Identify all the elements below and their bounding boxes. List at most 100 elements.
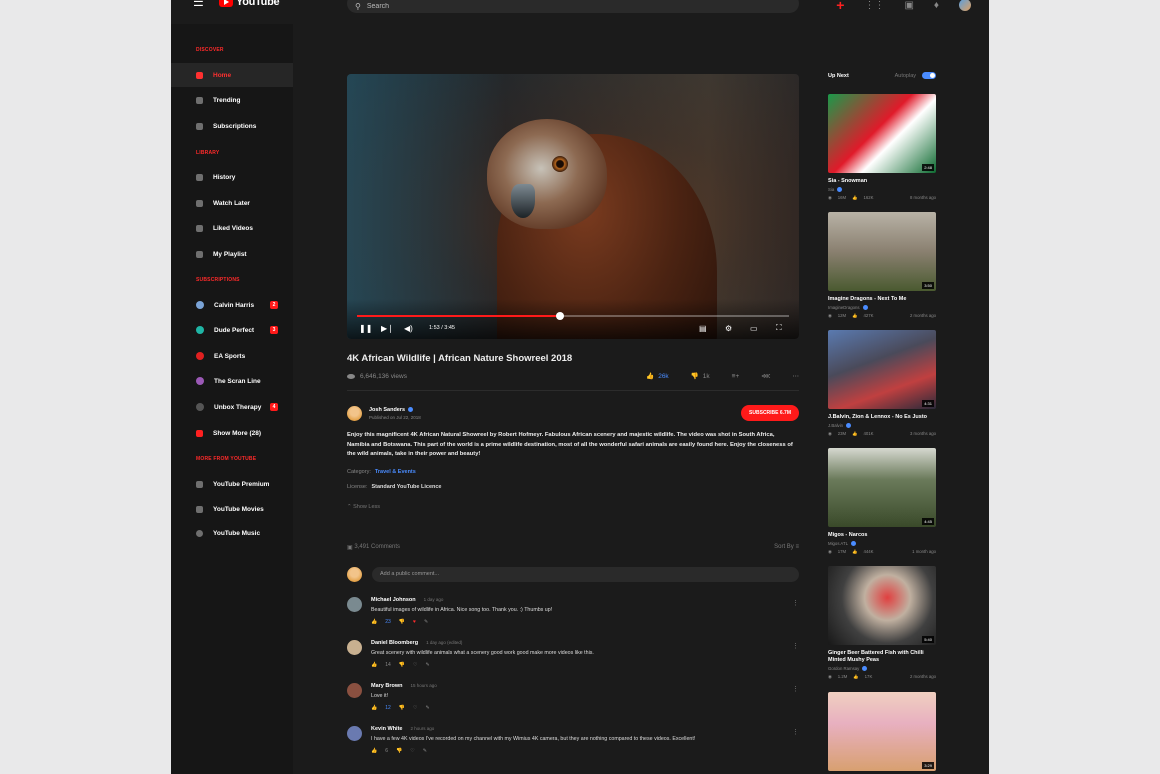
video-title[interactable]: Migos - Narcos (828, 532, 936, 539)
sidebar-item-the-scran-line[interactable]: The Scran Line (171, 369, 293, 393)
video-thumbnail[interactable]: 5:40 (828, 566, 936, 645)
sidebar-item-history[interactable]: History (171, 165, 293, 189)
up-next-video-card[interactable]: 3:29 (828, 692, 936, 771)
sidebar-item-trending[interactable]: Trending (171, 88, 293, 112)
commenter-avatar[interactable] (347, 596, 362, 612)
video-thumbnail[interactable]: 2:48 (828, 94, 936, 173)
sidebar-item-liked-videos[interactable]: Liked Videos (171, 216, 293, 240)
sidebar-item-unbox-therapy[interactable]: Unbox Therapy 4 (171, 395, 293, 419)
reply-icon[interactable]: ✎ (426, 662, 430, 668)
thumbs-up-icon[interactable]: 👍 (371, 619, 377, 625)
comment-more-icon[interactable]: ⋮ (792, 642, 799, 650)
more-options-icon[interactable]: ⋯ (793, 372, 800, 380)
video-thumbnail[interactable]: 3:29 (828, 692, 936, 771)
settings-gear-icon[interactable]: ⚙ (725, 324, 732, 333)
like-button[interactable]: 👍 26k (646, 372, 669, 381)
subscribe-button[interactable]: SUBSCRIBE 6.7M (741, 405, 799, 421)
share-icon[interactable]: ⋘ (761, 372, 770, 380)
reply-icon[interactable]: ✎ (424, 619, 428, 625)
channel-name-row: ImagineDragons (828, 305, 936, 311)
channel-name[interactable]: ImagineDragons (828, 305, 860, 310)
sidebar-item-dude-perfect[interactable]: Dude Perfect 3 (171, 318, 293, 342)
pause-icon[interactable]: ❚❚ (359, 324, 372, 333)
heart-icon[interactable]: ♡ (413, 705, 417, 711)
sort-by-button[interactable]: Sort By ≡ (774, 544, 799, 550)
sidebar-item-youtube-premium[interactable]: YouTube Premium (171, 472, 293, 496)
commenter-avatar[interactable] (347, 725, 362, 741)
up-next-video-card[interactable]: 4:31 J.Balvin, Zion & Lennox - No Es Jus… (828, 330, 936, 437)
hamburger-menu-icon[interactable]: ☰ (193, 0, 204, 9)
sidebar-item-ea-sports[interactable]: EA Sports (171, 344, 293, 368)
sidebar-item-home[interactable]: Home (171, 63, 293, 87)
category-link[interactable]: Travel & Events (375, 469, 416, 475)
theater-mode-icon[interactable]: ▭ (750, 324, 758, 333)
volume-icon[interactable]: ◀) (404, 324, 413, 333)
video-title[interactable]: J.Balvin, Zion & Lennox - No Es Justo (828, 414, 936, 421)
thumbs-up-icon[interactable]: 👍 (371, 662, 377, 668)
search-input[interactable] (366, 3, 667, 10)
commenter-name[interactable]: Michael Johnson (371, 597, 416, 603)
sidebar-item-youtube-movies[interactable]: YouTube Movies (171, 497, 293, 521)
thumbs-down-icon[interactable]: 👎 (399, 662, 405, 668)
heart-icon[interactable]: ♥ (413, 619, 416, 625)
channel-name-row[interactable]: Josh Sanders (369, 407, 421, 413)
heart-icon[interactable]: ♡ (413, 662, 417, 668)
commenter-name[interactable]: Kevin White (371, 726, 402, 732)
video-player[interactable]: ❚❚ ▶❘ ◀) 1:53 / 3:45 ▤ ⚙ ▭ ⛶ (347, 74, 799, 339)
next-icon[interactable]: ▶❘ (381, 324, 394, 333)
sidebar-item-youtube-music[interactable]: YouTube Music (171, 521, 293, 545)
heart-icon[interactable]: ♡ (410, 748, 414, 754)
thumbs-down-icon[interactable]: 👎 (396, 748, 402, 754)
video-thumbnail[interactable]: 3:50 (828, 212, 936, 291)
sidebar-item-watch-later[interactable]: Watch Later (171, 191, 293, 215)
show-less-button[interactable]: ⌃ Show Less (347, 504, 799, 510)
fullscreen-icon[interactable]: ⛶ (776, 323, 782, 333)
create-video-icon[interactable]: + (836, 0, 844, 13)
channel-avatar[interactable] (347, 405, 362, 421)
thumbs-down-icon[interactable]: 👎 (399, 619, 405, 625)
video-title[interactable]: Ginger Beer Battered Fish with Chilli Mi… (828, 650, 936, 664)
add-to-playlist-icon[interactable]: ≡+ (732, 373, 740, 380)
channel-avatar (196, 326, 204, 334)
comment-input[interactable] (372, 566, 799, 582)
thumbs-up-icon[interactable]: 👍 (371, 748, 377, 754)
search-bar[interactable]: ⚲ (347, 0, 799, 13)
up-next-video-card[interactable]: 4:45 Migos - Narcos Migos ATL ◉ 17M 👍 444K 1… (828, 448, 936, 555)
video-title[interactable]: Imagine Dragons - Next To Me (828, 296, 936, 303)
autoplay-toggle[interactable] (922, 72, 936, 79)
thumbs-down-icon[interactable]: 👎 (399, 705, 405, 711)
comment-more-icon[interactable]: ⋮ (792, 728, 799, 736)
sidebar-item-subscriptions[interactable]: Subscriptions (171, 114, 293, 138)
up-next-video-card[interactable]: 5:40 Ginger Beer Battered Fish with Chil… (828, 566, 936, 680)
thumbs-up-icon[interactable]: 👍 (371, 705, 377, 711)
sidebar-item-calvin-harris[interactable]: Calvin Harris 2 (171, 293, 293, 317)
commenter-avatar[interactable] (347, 682, 362, 698)
comment-more-icon[interactable]: ⋮ (792, 685, 799, 693)
sidebar-item-show-more[interactable]: Show More (28) (171, 421, 293, 445)
channel-name[interactable]: Sia (828, 187, 834, 192)
commenter-avatar[interactable] (347, 639, 362, 655)
video-title[interactable]: Sia - Snowman (828, 178, 936, 185)
sidebar-item-my-playlist[interactable]: My Playlist (171, 242, 293, 266)
video-thumbnail[interactable]: 4:45 (828, 448, 936, 527)
commenter-name[interactable]: Daniel Bloomberg (371, 640, 418, 646)
progress-bar[interactable] (357, 312, 789, 320)
dislike-button[interactable]: 👎 1k (691, 372, 710, 381)
reply-icon[interactable]: ✎ (426, 705, 430, 711)
commenter-name[interactable]: Mary Brown (371, 683, 402, 689)
channel-name[interactable]: Gordon Ramsay (828, 666, 859, 671)
comment-more-icon[interactable]: ⋮ (792, 599, 799, 607)
apps-grid-icon[interactable]: ⋮⋮ (864, 0, 884, 11)
captions-icon[interactable]: ▤ (699, 324, 707, 333)
notifications-bell-icon[interactable]: ♦ (934, 0, 939, 11)
up-next-video-card[interactable]: 3:50 Imagine Dragons - Next To Me Imagin… (828, 212, 936, 319)
up-next-video-card[interactable]: 2:48 Sia - Snowman Sia ◉ 16M 👍 162K 8 months… (828, 94, 936, 201)
reply-icon[interactable]: ✎ (423, 748, 427, 754)
user-avatar[interactable] (959, 0, 971, 11)
channel-name[interactable]: Migos ATL (828, 541, 848, 546)
messages-icon[interactable]: ▣ (904, 0, 913, 11)
channel-name[interactable]: J.Balvin (828, 423, 843, 428)
youtube-logo[interactable]: YouTube (219, 0, 280, 8)
progress-handle[interactable] (556, 312, 565, 320)
video-thumbnail[interactable]: 4:31 (828, 330, 936, 409)
